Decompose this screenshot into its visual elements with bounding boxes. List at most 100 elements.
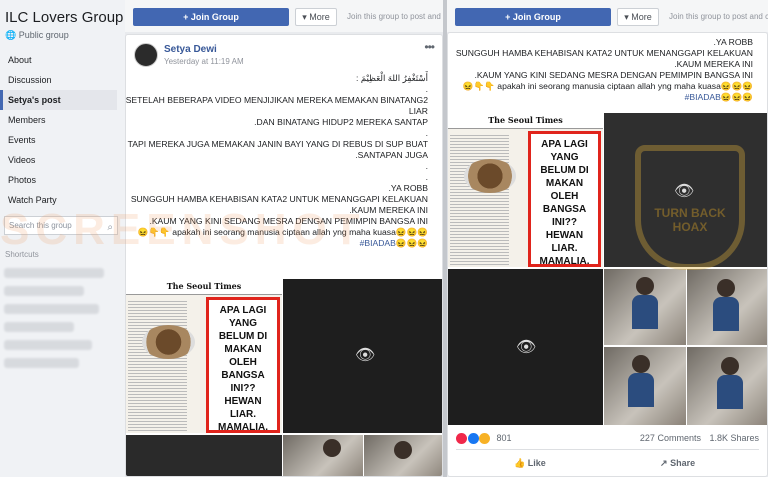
search-placeholder: Search this group (9, 221, 72, 230)
post-line: .DAN BINATANG HIDUP2 MEREKA SANTAP (254, 117, 428, 127)
post-image-newspaper[interactable]: The Seoul Times APA LAGI YANG BELUM DI M… (126, 279, 282, 433)
group-title[interactable]: ILC Lovers Group (5, 9, 123, 26)
post-line: : أَسْتَغْفِرُ اللهَ الْعَظِيْمَ (356, 73, 428, 83)
nav-members[interactable]: Members (0, 110, 125, 130)
person-head (717, 279, 735, 297)
newspaper-masthead: The Seoul Times (126, 279, 282, 295)
group-topbar: + Join Group ▾ More Join this group to p… (125, 0, 443, 32)
post-line: 😖👇👇 apakah ini seorang manusia ciptaan a… (137, 227, 428, 237)
join-group-button[interactable]: + Join Group (455, 8, 611, 26)
person-head (721, 357, 739, 375)
post-line: .SANTAPAN JUGA (355, 150, 428, 160)
nav-setyas-post[interactable]: Setya's post (0, 90, 117, 110)
post-line: TAPI MEREKA JUGA MEMAKAN JANIN BAYI YANG… (127, 139, 428, 149)
post-photo-kitchen[interactable] (364, 435, 442, 476)
public-group-label: 🌐 Public group (5, 30, 69, 40)
post-body: : أَسْتَغْفِرُ اللهَ الْعَظِيْمَ . SETEL… (126, 73, 428, 249)
post-line: SUNGGUH HAMBA KEHABISAN KATA2 UNTUK MENA… (455, 48, 753, 58)
person-body (632, 295, 658, 329)
post-line: .KAUM YANG KINI SEDANG MESRA DENGAN PEMI… (474, 70, 753, 80)
author-avatar[interactable] (134, 43, 158, 67)
post-line: . (425, 172, 428, 182)
join-group-button[interactable]: + Join Group (133, 8, 289, 26)
post-hashtag[interactable]: #BIADAB😖😖😖 (456, 92, 753, 103)
post-line: 😖👇👇 apakah ini seorang manusia ciptaan a… (462, 81, 753, 91)
post-options-icon[interactable]: ••• (424, 40, 435, 54)
search-icon[interactable]: ⌕ (107, 219, 113, 236)
reaction-summary[interactable]: 801 (456, 433, 512, 445)
nav-about[interactable]: About (0, 50, 125, 70)
post-video-thumb[interactable] (126, 435, 282, 476)
post-photo-kitchen[interactable] (687, 269, 767, 345)
comments-count[interactable]: 227 Comments (640, 433, 701, 443)
like-reaction-icon (467, 433, 479, 445)
newspaper-text-lines (128, 299, 188, 433)
join-note: Join this group to post and co (669, 12, 768, 21)
person-body (628, 373, 654, 407)
post-timestamp[interactable]: Yesterday at 11:19 AM (164, 57, 244, 66)
shares-count[interactable]: 1.8K Shares (709, 433, 759, 443)
shortcut-item[interactable] (4, 286, 84, 296)
shortcut-item[interactable] (4, 358, 79, 368)
sensitive-content-icon: 👁 (355, 347, 376, 364)
post-card: Setya Dewi Yesterday at 11:19 AM ••• : أ… (125, 34, 443, 477)
like-button[interactable]: 👍 Like (514, 458, 546, 469)
reaction-count: 801 (496, 433, 512, 443)
sensitive-content-icon: 👁 (516, 339, 537, 356)
divider-line (456, 449, 759, 450)
newspaper-text-lines (450, 133, 509, 267)
post-photo-kitchen[interactable] (283, 435, 363, 476)
nav-videos[interactable]: Videos (0, 150, 125, 170)
post-line: .YA ROBB (388, 183, 428, 193)
post-line: .KAUM MEREKA INI (674, 59, 753, 69)
newspaper-masthead: The Seoul Times (448, 113, 603, 129)
more-button[interactable]: ▾ More (295, 8, 337, 26)
post-body: .YA ROBB SUNGGUH HAMBA KEHABISAN KATA2 U… (456, 37, 753, 103)
nav-discussion[interactable]: Discussion (0, 70, 125, 90)
turn-back-hoax-stamp: TURN BACK HOAX (635, 145, 745, 270)
post-video[interactable]: 👁 (448, 269, 603, 425)
join-note: Join this group to post and co (347, 12, 443, 21)
post-hashtag[interactable]: #BIADAB😖😖😖 (126, 238, 428, 249)
post-line: . (425, 161, 428, 171)
group-topbar: + Join Group ▾ More Join this group to p… (447, 0, 768, 32)
person-body (713, 297, 739, 331)
person-head (394, 441, 412, 459)
soup-bowl-image (463, 159, 517, 194)
post-line: LIAR (408, 106, 428, 116)
group-nav: About Discussion Setya's post Members Ev… (0, 50, 125, 210)
share-icon: ↗ (660, 458, 668, 468)
post-panel-left: + Join Group ▾ More Join this group to p… (125, 0, 443, 477)
post-line: . (425, 128, 428, 138)
post-photo-kitchen[interactable] (687, 347, 767, 425)
shortcut-item[interactable] (4, 304, 99, 314)
shortcut-item[interactable] (4, 268, 104, 278)
person-body (717, 375, 743, 409)
soup-bowl-image (141, 325, 195, 360)
nav-photos[interactable]: Photos (0, 170, 125, 190)
person-head (636, 277, 654, 295)
share-button[interactable]: ↗ Share (660, 458, 695, 469)
angry-reaction-icon (456, 433, 467, 445)
post-image-newspaper[interactable]: The Seoul Times APA LAGI YANG BELUM DI M… (448, 113, 603, 267)
image-caption: APA LAGI YANG BELUM DI MAKAN OLEH BANGSA… (206, 297, 280, 433)
nav-watch-party[interactable]: Watch Party (0, 190, 125, 210)
more-button[interactable]: ▾ More (617, 8, 659, 26)
nav-events[interactable]: Events (0, 130, 125, 150)
post-video[interactable]: 👁 (283, 279, 442, 433)
shortcut-item[interactable] (4, 322, 74, 332)
image-caption: APA LAGI YANG BELUM DI MAKAN OLEH BANGSA… (528, 131, 601, 267)
post-author[interactable]: Setya Dewi (164, 44, 217, 55)
shortcuts-heading: Shortcuts (5, 250, 39, 259)
post-line: SETELAH BEBERAPA VIDEO MENJIJIKAN MEREKA… (125, 95, 428, 105)
person-head (632, 355, 650, 373)
like-icon: 👍 (514, 458, 526, 468)
post-line: SUNGGUH HAMBA KEHABISAN KATA2 UNTUK MENA… (130, 194, 428, 204)
post-line: .YA ROBB (713, 37, 753, 47)
screenshot-stage: ILC Lovers Group 🌐 Public group About Di… (0, 0, 768, 477)
post-photo-kitchen[interactable] (604, 347, 686, 425)
person-head (323, 439, 341, 457)
shortcut-item[interactable] (4, 340, 92, 350)
group-search-input[interactable]: Search this group ⌕ (4, 216, 118, 235)
post-photo-kitchen[interactable] (604, 269, 686, 345)
